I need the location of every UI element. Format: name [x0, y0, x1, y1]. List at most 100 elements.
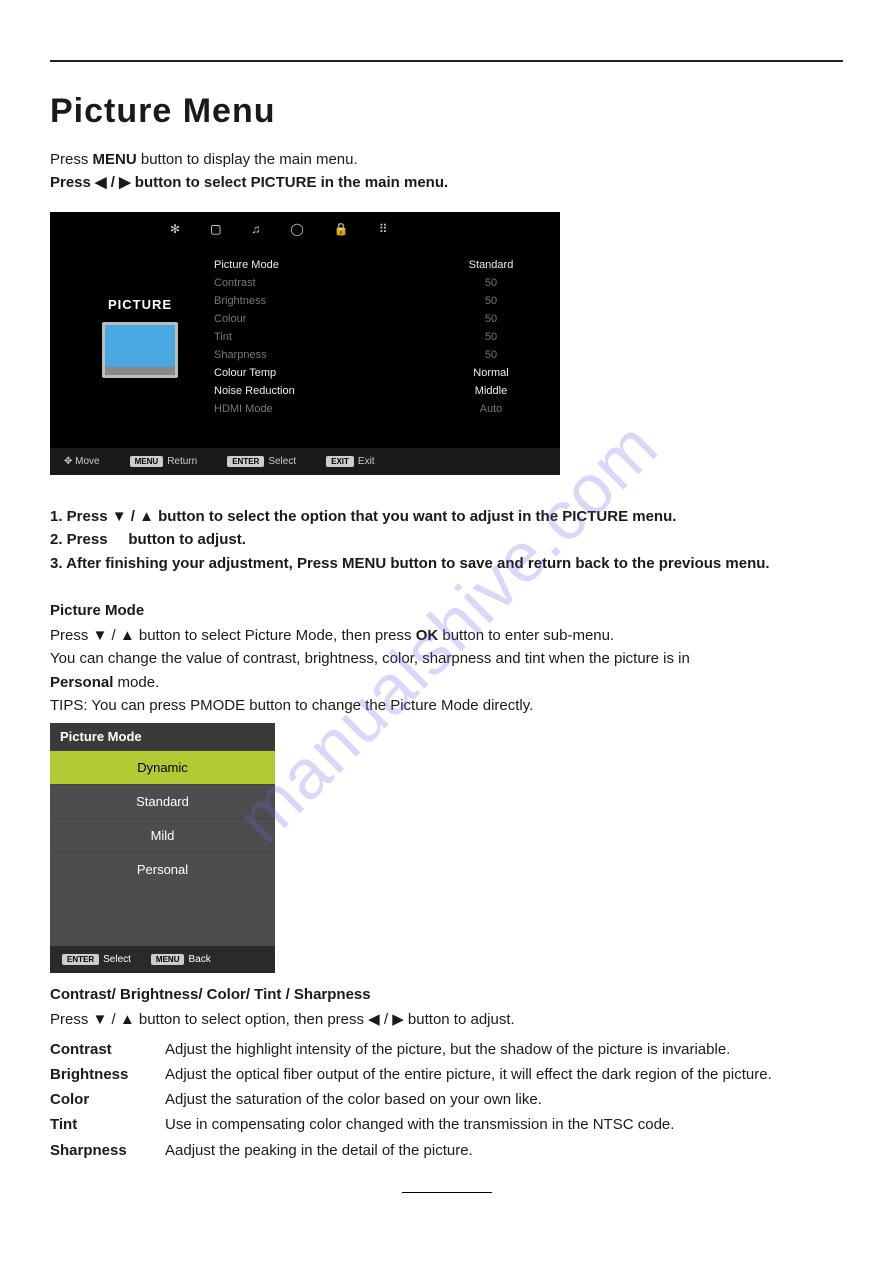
- picture-word: PICTURE: [562, 508, 628, 525]
- hint-move: ✥ Move: [64, 456, 100, 467]
- tips-text: TIPS: You can press PMODE button to chan…: [50, 697, 533, 714]
- setting-value: 50: [442, 346, 540, 364]
- definitions-list: ContrastAdjust the highlight intensity o…: [50, 1038, 843, 1162]
- picture-mode-submenu: Picture Mode Dynamic Standard Mild Perso…: [50, 723, 275, 973]
- enter-key-icon: ENTER: [227, 456, 264, 467]
- submenu-spacer: [50, 886, 275, 946]
- top-rule: [50, 60, 843, 62]
- picture-word: PICTURE: [251, 174, 317, 191]
- def-term: Tint: [50, 1113, 165, 1136]
- setting-label: Tint: [210, 328, 442, 346]
- body-text: Press ▼ / ▲ button to select Picture Mod…: [50, 627, 416, 644]
- intro-line: in the main menu.: [316, 174, 448, 191]
- section-heading: Picture Mode: [50, 599, 843, 622]
- table-row: Contrast50: [210, 274, 540, 292]
- step-text: 2. Press: [50, 531, 108, 548]
- table-row: Sharpness50: [210, 346, 540, 364]
- step-text: button to save and return back to the pr…: [386, 555, 769, 572]
- menu-key-icon: MENU: [130, 456, 164, 467]
- osd-footer: ✥ Move MENUReturn ENTER Select EXIT Exit: [50, 448, 560, 475]
- intro-line: Press ◀ / ▶ button to select: [50, 174, 251, 191]
- hint-label: Back: [188, 954, 210, 965]
- setting-value: 50: [442, 310, 540, 328]
- lock-icon: 🔒: [334, 222, 349, 236]
- submenu-option-personal: Personal: [50, 852, 275, 886]
- picture-mode-section: Picture Mode Press ▼ / ▲ button to selec…: [50, 599, 843, 717]
- setting-label: Picture Mode: [210, 256, 442, 274]
- intro-line: button to display the main menu.: [137, 151, 358, 168]
- picture-icon: ▢: [210, 222, 221, 236]
- hint-label: Select: [268, 456, 296, 467]
- hint-select: ENTER Select: [227, 456, 296, 467]
- setting-value: Standard: [442, 256, 540, 274]
- setting-value: 50: [442, 274, 540, 292]
- hint-back: MENUBack: [151, 954, 211, 965]
- music-icon: ♫: [251, 222, 260, 236]
- table-row: Picture ModeStandard: [210, 256, 540, 274]
- personal-word: Personal: [50, 674, 113, 691]
- submenu-option-standard: Standard: [50, 784, 275, 818]
- submenu-option-mild: Mild: [50, 818, 275, 852]
- def-term: Color: [50, 1088, 165, 1111]
- table-row: Colour50: [210, 310, 540, 328]
- table-row: Colour TempNormal: [210, 364, 540, 382]
- hint-label: Exit: [358, 456, 375, 467]
- body-text: button to enter sub-menu.: [438, 627, 614, 644]
- osd-tabbar: ✻ ▢ ♫ ◯ 🔒 ⠿: [50, 212, 560, 246]
- step-text: button to adjust.: [128, 531, 245, 548]
- enter-key-icon: ENTER: [62, 954, 99, 965]
- def-term: Brightness: [50, 1063, 165, 1086]
- def-text: Adjust the saturation of the color based…: [165, 1088, 843, 1111]
- tv-thumbnail-icon: [102, 322, 178, 378]
- def-text: Aadjust the peaking in the detail of the…: [165, 1139, 843, 1162]
- list-item: TintUse in compensating color changed wi…: [50, 1113, 843, 1136]
- setting-label: Colour: [210, 310, 442, 328]
- body-text: You can change the value of contrast, br…: [50, 650, 690, 667]
- osd-screenshot: ✻ ▢ ♫ ◯ 🔒 ⠿ PICTURE Picture ModeStandard…: [50, 212, 560, 475]
- steps-list: 1. Press ▼ / ▲ button to select the opti…: [50, 505, 843, 575]
- hint-return: MENUReturn: [130, 456, 198, 467]
- setting-label: Contrast: [210, 274, 442, 292]
- hint-exit: EXIT Exit: [326, 456, 374, 467]
- circle-icon: ◯: [290, 222, 303, 236]
- exit-key-icon: EXIT: [326, 456, 354, 467]
- setting-label: Colour Temp: [210, 364, 442, 382]
- table-row: Tint50: [210, 328, 540, 346]
- intro-line: Press: [50, 151, 93, 168]
- def-text: Use in compensating color changed with t…: [165, 1113, 843, 1136]
- list-item: ColorAdjust the saturation of the color …: [50, 1088, 843, 1111]
- submenu-option-dynamic: Dynamic: [50, 750, 275, 784]
- setting-value: 50: [442, 292, 540, 310]
- menu-word: MENU: [342, 555, 386, 572]
- setting-label: HDMI Mode: [210, 400, 442, 418]
- bottom-rule: [402, 1192, 492, 1193]
- osd-settings-table: Picture ModeStandard Contrast50 Brightne…: [210, 256, 540, 418]
- section-heading: Contrast/ Brightness/ Color/ Tint / Shar…: [50, 983, 843, 1006]
- page-title: Picture Menu: [50, 92, 843, 131]
- hint-label: Return: [167, 456, 197, 467]
- apps-icon: ⠿: [379, 222, 388, 236]
- hint-select: ENTER Select: [62, 954, 131, 965]
- setting-value: Auto: [442, 400, 540, 418]
- table-row: HDMI ModeAuto: [210, 400, 540, 418]
- ok-word: OK: [416, 627, 439, 644]
- settings-icon: ✻: [170, 222, 180, 236]
- list-item: SharpnessAadjust the peaking in the deta…: [50, 1139, 843, 1162]
- menu-key-icon: MENU: [151, 954, 185, 965]
- setting-value: Normal: [442, 364, 540, 382]
- step-text: 3. After finishing your adjustment, Pres…: [50, 555, 342, 572]
- list-item: BrightnessAdjust the optical fiber outpu…: [50, 1063, 843, 1086]
- setting-value: 50: [442, 328, 540, 346]
- def-text: Adjust the highlight intensity of the pi…: [165, 1038, 843, 1061]
- intro-text: Press MENU button to display the main me…: [50, 149, 843, 194]
- osd-sidebar: PICTURE: [70, 256, 210, 418]
- list-item: ContrastAdjust the highlight intensity o…: [50, 1038, 843, 1061]
- step-text: 1. Press ▼ / ▲ button to select the opti…: [50, 508, 562, 525]
- def-text: Adjust the optical fiber output of the e…: [165, 1063, 843, 1086]
- menu-word: MENU: [93, 151, 137, 168]
- setting-label: Noise Reduction: [210, 382, 442, 400]
- body-text: mode.: [113, 674, 159, 691]
- hint-label: Select: [103, 954, 131, 965]
- setting-label: Brightness: [210, 292, 442, 310]
- setting-value: Middle: [442, 382, 540, 400]
